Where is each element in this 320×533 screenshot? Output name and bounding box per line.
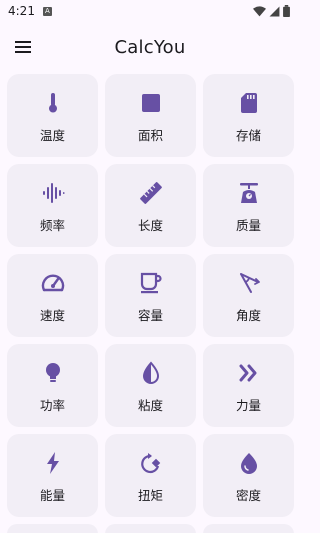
category-card-partial[interactable] (105, 524, 196, 533)
category-label: 密度 (235, 488, 261, 503)
square-icon (139, 91, 163, 115)
category-card-area[interactable]: 面积 (105, 74, 196, 157)
category-label: 温度 (39, 128, 65, 143)
ruler-icon (139, 181, 163, 205)
category-card-volume[interactable]: 容量 (105, 254, 196, 337)
category-label: 长度 (137, 218, 163, 233)
scale-icon (237, 181, 261, 205)
double-chevron-icon (237, 361, 261, 385)
category-card-density[interactable]: 密度 (203, 434, 294, 517)
water-drop-icon (237, 451, 261, 475)
category-label: 力量 (235, 398, 261, 413)
app-bar: CalcYou (0, 22, 300, 72)
category-card-partial[interactable] (7, 524, 98, 533)
category-label: 质量 (235, 218, 261, 233)
menu-button[interactable] (0, 23, 47, 71)
battery-icon (283, 5, 290, 17)
category-card-length[interactable]: 长度 (105, 164, 196, 247)
bolt-icon (41, 451, 65, 475)
notification-icon: A (42, 6, 52, 16)
category-card-frequency[interactable]: 频率 (7, 164, 98, 247)
category-label: 能量 (39, 488, 65, 503)
category-grid: 温度 面积 存储 频率 长度 质量 速度 容量 角度 功率 粘度 力量 能量 扭… (7, 74, 294, 533)
cellular-icon (269, 6, 280, 17)
category-label: 面积 (137, 128, 163, 143)
category-card-torque[interactable]: 扭矩 (105, 434, 196, 517)
notification-badge: A (45, 7, 50, 15)
category-card-power[interactable]: 功率 (7, 344, 98, 427)
drop-half-icon (139, 361, 163, 385)
category-label: 扭矩 (137, 488, 163, 503)
category-card-mass[interactable]: 质量 (203, 164, 294, 247)
status-bar: 4:21 A (0, 0, 300, 22)
wifi-icon (253, 5, 266, 17)
category-card-temperature[interactable]: 温度 (7, 74, 98, 157)
category-card-energy[interactable]: 能量 (7, 434, 98, 517)
category-label: 速度 (39, 308, 65, 323)
speedometer-icon (41, 271, 65, 295)
category-card-storage[interactable]: 存储 (203, 74, 294, 157)
thermometer-icon (41, 91, 65, 115)
category-card-partial[interactable] (203, 524, 294, 533)
sd-card-icon (237, 91, 261, 115)
category-label: 存储 (235, 128, 261, 143)
lightbulb-icon (41, 361, 65, 385)
category-label: 角度 (235, 308, 261, 323)
category-label: 功率 (39, 398, 65, 413)
rotate-icon (139, 451, 163, 475)
category-label: 容量 (137, 308, 163, 323)
category-label: 粘度 (137, 398, 163, 413)
category-card-angle[interactable]: 角度 (203, 254, 294, 337)
waveform-icon (41, 181, 65, 205)
coffee-cup-icon (139, 271, 163, 295)
menu-icon (15, 41, 31, 53)
category-card-force[interactable]: 力量 (203, 344, 294, 427)
category-card-speed[interactable]: 速度 (7, 254, 98, 337)
category-label: 频率 (39, 218, 65, 233)
angle-icon (237, 271, 261, 295)
status-time: 4:21 (8, 4, 35, 18)
category-card-viscosity[interactable]: 粘度 (105, 344, 196, 427)
